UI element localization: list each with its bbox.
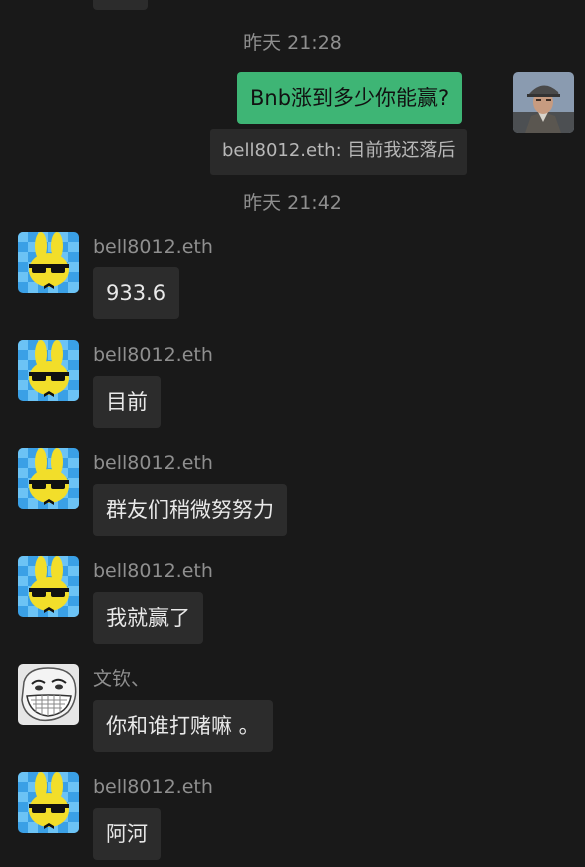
sender-avatar[interactable] <box>18 232 79 293</box>
timestamp: 昨天 21:28 <box>243 32 342 54</box>
timestamp: 昨天 21:42 <box>243 192 342 214</box>
man-in-cap-avatar-icon <box>513 72 574 133</box>
sender-avatar[interactable] <box>18 556 79 617</box>
bunny-sunglasses-avatar-icon <box>18 556 79 617</box>
sender-avatar[interactable] <box>18 664 79 725</box>
bunny-sunglasses-avatar-icon <box>18 448 79 509</box>
sender-name: 文钦、 <box>93 668 151 690</box>
sender-name: bell8012.eth <box>93 560 213 582</box>
message-bubble[interactable]: 群友们稍微努努力 <box>93 484 287 536</box>
sender-avatar[interactable] <box>18 772 79 833</box>
system-notice: bell8012.eth: 目前我还落后 <box>210 129 468 175</box>
bunny-sunglasses-avatar-icon <box>18 232 79 293</box>
sender-name: bell8012.eth <box>93 776 213 798</box>
sender-name: bell8012.eth <box>93 452 213 474</box>
sender-name: bell8012.eth <box>93 344 213 366</box>
chat-window: 昨天 21:28 Bnb涨到多少你能赢? bell8012.eth: 目前我还落… <box>0 0 585 867</box>
message-bubble[interactable]: 目前 <box>93 376 161 428</box>
message-bubble[interactable]: 933.6 <box>93 267 180 319</box>
sender-name: bell8012.eth <box>93 236 213 258</box>
my-avatar[interactable] <box>513 72 574 133</box>
message-bubble[interactable]: 阿河 <box>93 808 161 860</box>
my-message-bubble[interactable]: Bnb涨到多少你能赢? <box>237 72 463 124</box>
bunny-sunglasses-avatar-icon <box>18 340 79 401</box>
trollface-avatar-icon <box>18 664 79 725</box>
sender-avatar[interactable] <box>18 448 79 509</box>
message-bubble[interactable]: 我就赢了 <box>93 592 203 644</box>
message-bubble[interactable]: 你和谁打赌嘛 。 <box>93 700 273 752</box>
previous-message-bubble[interactable] <box>93 0 148 10</box>
sender-avatar[interactable] <box>18 340 79 401</box>
bunny-sunglasses-avatar-icon <box>18 772 79 833</box>
